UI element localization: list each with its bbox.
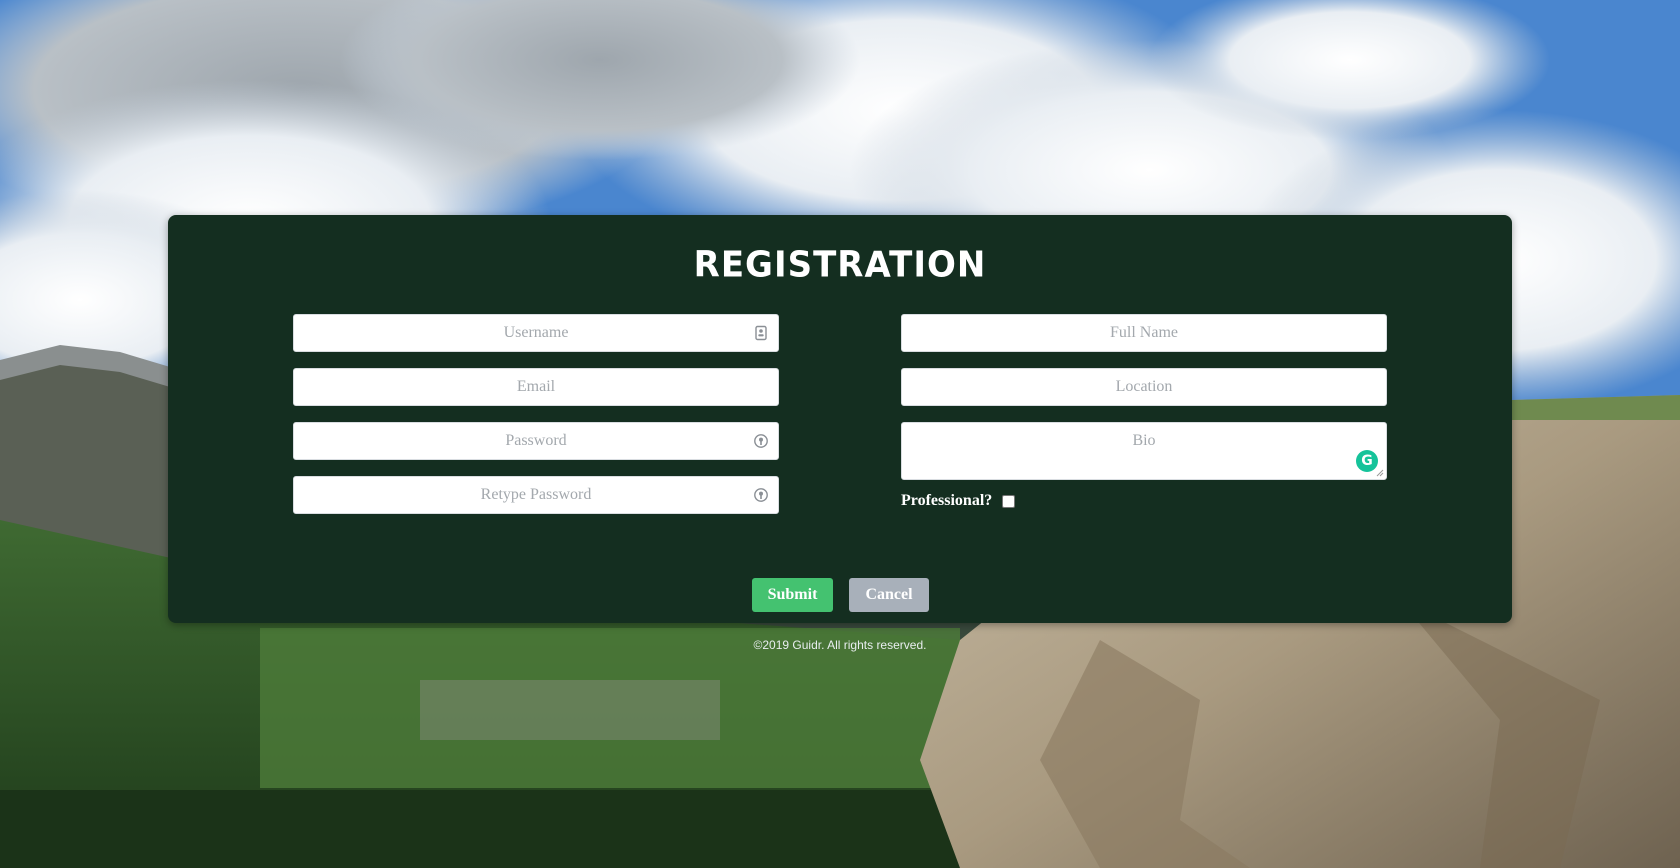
email-field[interactable]: [293, 368, 779, 406]
professional-checkbox[interactable]: [1002, 494, 1016, 508]
bio-field[interactable]: G: [901, 422, 1387, 480]
full-name-field[interactable]: [901, 314, 1387, 352]
professional-row: Professional?: [901, 492, 1016, 510]
location-field[interactable]: [901, 368, 1387, 406]
registration-panel: REGISTRATION G: [168, 215, 1512, 623]
username-input[interactable]: [294, 315, 778, 351]
resize-handle-icon[interactable]: [1376, 469, 1384, 477]
full-name-input[interactable]: [902, 315, 1386, 351]
password-input[interactable]: [294, 423, 778, 459]
password-key-icon: [754, 488, 768, 502]
location-input[interactable]: [902, 369, 1386, 405]
password-field[interactable]: [293, 422, 779, 460]
username-field[interactable]: [293, 314, 779, 352]
retype-password-field[interactable]: [293, 476, 779, 514]
professional-label: Professional?: [901, 492, 993, 509]
footer-copyright: ©2019 Guidr. All rights reserved.: [753, 638, 927, 652]
registration-title: REGISTRATION: [693, 244, 987, 286]
submit-button[interactable]: Submit: [752, 578, 833, 612]
bio-textarea[interactable]: [902, 423, 1386, 479]
email-input[interactable]: [294, 369, 778, 405]
contact-card-icon: [755, 325, 767, 341]
retype-password-input[interactable]: [294, 477, 778, 513]
cancel-button[interactable]: Cancel: [849, 578, 929, 612]
grammarly-icon[interactable]: G: [1356, 450, 1378, 472]
password-key-icon: [754, 434, 768, 448]
